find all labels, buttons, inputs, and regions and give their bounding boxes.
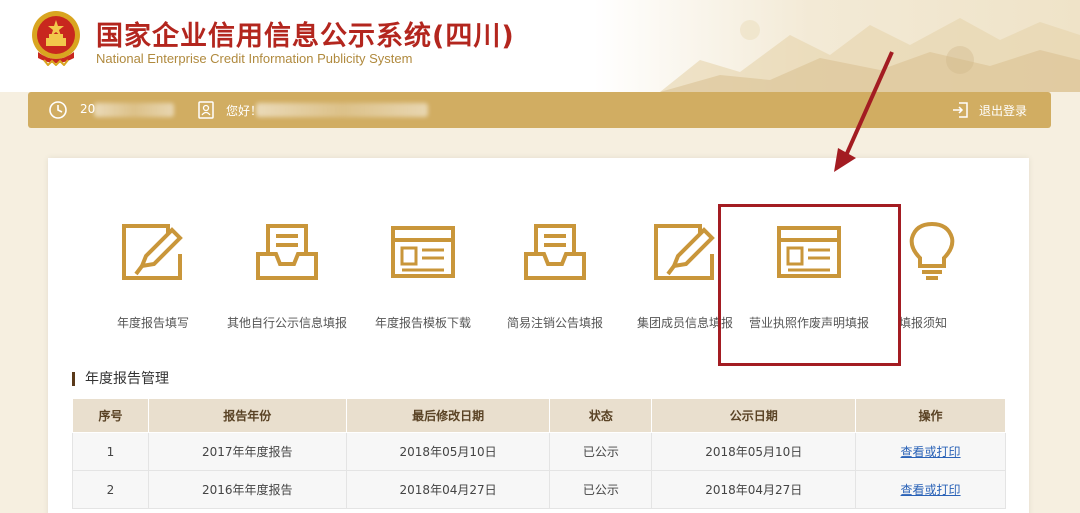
site-header: 国家企业信用信息公示系统(四川) National Enterprise Cre… xyxy=(0,0,1080,92)
logout-icon xyxy=(953,102,968,118)
column-header: 序号 xyxy=(72,398,149,433)
document-card-icon xyxy=(391,226,455,278)
table-row: 1 2017年年度报告 2018年05月10日 已公示 2018年05月10日 … xyxy=(72,432,1006,471)
inbox-tray-icon xyxy=(256,224,318,280)
row-number: 2 xyxy=(72,470,149,509)
report-year: 2017年年度报告 xyxy=(147,432,347,471)
lightbulb-icon xyxy=(909,221,955,280)
modified-date: 2018年04月27日 xyxy=(345,470,551,509)
main-panel: 年度报告填写 其他自行公示信息填报 年度报告模板下载 简易注销公告填报 集团成员… xyxy=(48,158,1029,513)
page-title: 国家企业信用信息公示系统(四川) xyxy=(96,21,515,52)
highlight-box xyxy=(718,204,901,366)
column-header: 公示日期 xyxy=(651,398,857,433)
page-subtitle: National Enterprise Credit Information P… xyxy=(96,51,413,66)
modified-date: 2018年05月10日 xyxy=(345,432,551,471)
inbox-tray-icon xyxy=(524,224,586,280)
view-print-link[interactable]: 查看或打印 xyxy=(901,445,961,459)
annotation-arrow-icon xyxy=(834,51,894,172)
annual-report-fill-button[interactable]: 年度报告填写 xyxy=(88,218,218,348)
report-year: 2016年年度报告 xyxy=(147,470,347,509)
clock-icon xyxy=(49,101,67,119)
column-header: 报告年份 xyxy=(147,398,347,433)
edit-pencil-icon xyxy=(122,224,183,280)
table-header-row: 序号 报告年份 最后修改日期 状态 公示日期 操作 xyxy=(72,398,1006,433)
view-print-link[interactable]: 查看或打印 xyxy=(901,483,961,497)
action-cell: 查看或打印 xyxy=(855,432,1006,471)
user-badge-icon xyxy=(198,101,214,119)
column-header: 最后修改日期 xyxy=(345,398,551,433)
row-number: 1 xyxy=(72,432,149,471)
other-public-info-fill-button[interactable]: 其他自行公示信息填报 xyxy=(222,218,352,348)
annual-report-table: 序号 报告年份 最后修改日期 状态 公示日期 操作 1 2017年年度报告 20… xyxy=(72,398,1006,509)
section-title: 年度报告管理 xyxy=(72,372,169,386)
redacted-username xyxy=(256,103,428,117)
logout-button[interactable]: 退出登录 xyxy=(951,100,1031,120)
status: 已公示 xyxy=(549,432,653,471)
published-date: 2018年04月27日 xyxy=(651,470,857,509)
status: 已公示 xyxy=(549,470,653,509)
action-cell: 查看或打印 xyxy=(855,470,1006,509)
login-date: 20 xyxy=(80,102,96,116)
national-emblem-icon xyxy=(32,11,80,66)
column-header: 操作 xyxy=(855,398,1006,433)
logout-label: 退出登录 xyxy=(979,104,1028,118)
published-date: 2018年05月10日 xyxy=(651,432,857,471)
report-template-download-button[interactable]: 年度报告模板下载 xyxy=(358,218,488,348)
table-row: 2 2016年年度报告 2018年04月27日 已公示 2018年04月27日 … xyxy=(72,470,1006,509)
redacted-date xyxy=(94,103,174,117)
column-header: 状态 xyxy=(549,398,653,433)
edit-pencil-icon xyxy=(654,224,715,280)
